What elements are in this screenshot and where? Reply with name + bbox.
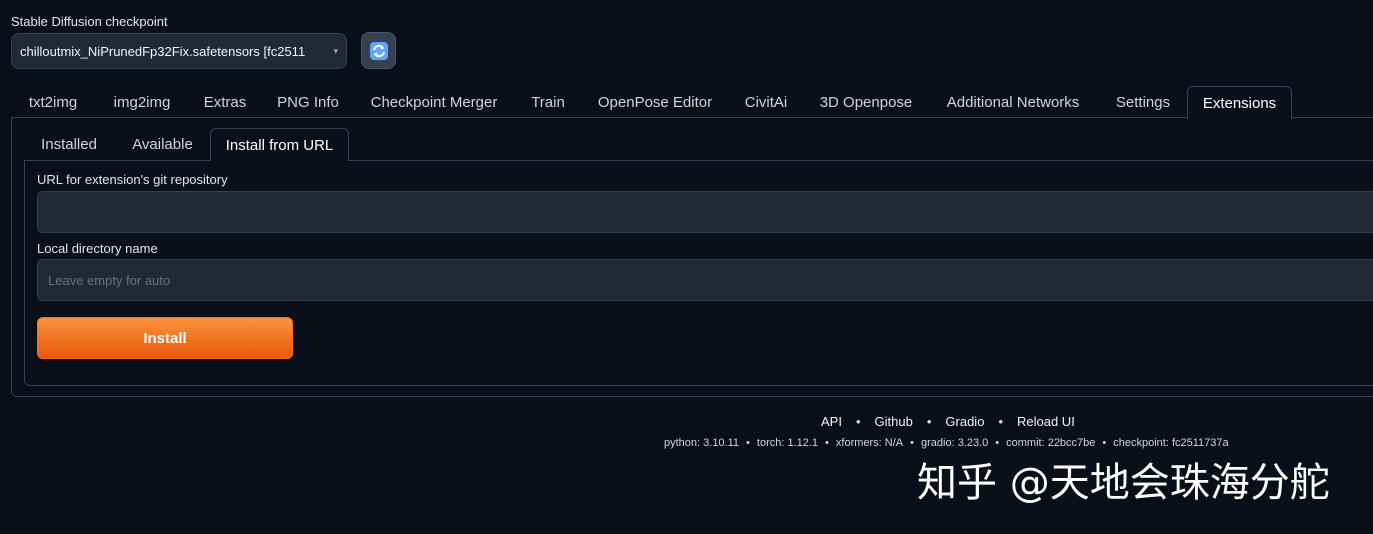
- version-gradio: gradio: 3.23.0: [921, 437, 989, 449]
- checkpoint-dropdown[interactable]: chilloutmix_NiPrunedFp32Fix.safetensors …: [11, 33, 347, 69]
- directory-name-input[interactable]: [37, 259, 1373, 301]
- tab-checkpoint-merger[interactable]: Checkpoint Merger: [362, 86, 506, 118]
- version-xformers: xformers: N/A: [835, 437, 904, 449]
- tab-openpose-editor[interactable]: OpenPose Editor: [589, 86, 721, 118]
- checkpoint-value: chilloutmix_NiPrunedFp32Fix.safetensors …: [20, 43, 306, 59]
- footer-separator: •: [998, 414, 1003, 429]
- url-label: URL for extension's git repository: [37, 172, 228, 187]
- tab-txt2img[interactable]: txt2img: [15, 86, 91, 118]
- subtab-available[interactable]: Available: [120, 128, 205, 160]
- watermark: 知乎 @天地会珠海分舵: [917, 460, 1330, 506]
- version-separator: •: [995, 437, 1000, 449]
- tab-train[interactable]: Train: [521, 86, 575, 118]
- directory-label: Local directory name: [37, 241, 158, 256]
- footer-link-github[interactable]: Github: [875, 414, 913, 429]
- footer-link-api[interactable]: API: [821, 414, 842, 429]
- tab-png-info[interactable]: PNG Info: [269, 86, 347, 118]
- footer-link-reload-ui[interactable]: Reload UI: [1017, 414, 1075, 429]
- footer-link-gradio[interactable]: Gradio: [945, 414, 984, 429]
- tab-extras[interactable]: Extras: [195, 86, 255, 118]
- tab-img2img[interactable]: img2img: [103, 86, 181, 118]
- subtab-installed[interactable]: Installed: [29, 128, 109, 160]
- checkpoint-label: Stable Diffusion checkpoint: [11, 14, 168, 29]
- version-python: python: 3.10.11: [664, 437, 740, 449]
- version-info: python: 3.10.11 • torch: 1.12.1 • xforme…: [664, 437, 1229, 449]
- version-separator: •: [825, 437, 829, 449]
- refresh-icon: [369, 41, 388, 60]
- tab-additional-networks[interactable]: Additional Networks: [935, 86, 1091, 118]
- chevron-down-icon: ▾: [333, 45, 338, 56]
- main-tab-bar: txt2img img2img Extras PNG Info Checkpoi…: [11, 86, 1373, 119]
- version-commit: commit: 22bcc7be: [1006, 437, 1096, 449]
- tab-civitai[interactable]: CivitAi: [735, 86, 797, 118]
- version-separator: •: [910, 437, 914, 449]
- tab-settings[interactable]: Settings: [1105, 86, 1181, 118]
- footer-links: API • Github • Gradio • Reload UI: [821, 414, 1075, 429]
- tab-extensions[interactable]: Extensions: [1187, 86, 1292, 119]
- tab-3d-openpose[interactable]: 3D Openpose: [811, 86, 921, 118]
- footer-separator: •: [926, 414, 932, 429]
- version-separator: •: [1102, 437, 1107, 449]
- subtab-install-from-url[interactable]: Install from URL: [210, 128, 349, 161]
- page: Stable Diffusion checkpoint chilloutmix_…: [0, 0, 1373, 534]
- install-button[interactable]: Install: [37, 317, 293, 359]
- version-torch: torch: 1.12.1: [756, 437, 819, 449]
- git-url-input[interactable]: [37, 191, 1373, 233]
- refresh-checkpoint-button[interactable]: [361, 32, 396, 69]
- version-separator: •: [746, 437, 750, 449]
- version-checkpoint: checkpoint: fc2511737a: [1113, 437, 1229, 449]
- footer-separator: •: [855, 414, 861, 429]
